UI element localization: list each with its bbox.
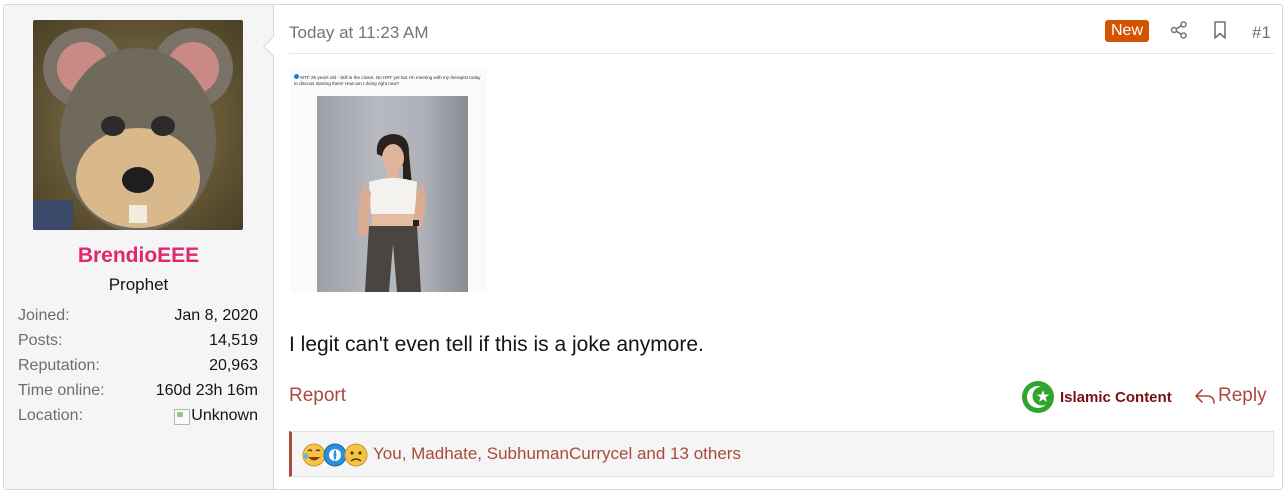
- share-icon[interactable]: [1169, 20, 1189, 40]
- reactions-bar[interactable]: You, Madhate, SubhumanCurrycel and 13 ot…: [289, 431, 1274, 477]
- user-stats: Joined: Jan 8, 2020 Posts: 14,519 Reputa…: [18, 303, 258, 428]
- stat-time-online: Time online: 160d 23h 16m: [18, 378, 258, 403]
- stat-label: Posts:: [18, 332, 63, 349]
- post-header: Today at 11:23 AM New #1: [289, 20, 1274, 54]
- stat-label: Joined:: [18, 307, 70, 324]
- avatar-image: [33, 20, 243, 230]
- stat-value: Unknown: [174, 403, 258, 428]
- post-number[interactable]: #1: [1252, 23, 1271, 43]
- new-badge: New: [1105, 20, 1150, 42]
- avatar[interactable]: [33, 20, 243, 230]
- stat-value: 20,963: [209, 357, 258, 374]
- stat-label: Reputation:: [18, 357, 100, 374]
- islamic-content-badge[interactable]: Islamic Content: [1021, 380, 1172, 414]
- reply-icon: [1195, 389, 1215, 404]
- post-message: I legit can't even tell if this is a jok…: [289, 333, 704, 356]
- reaction-users[interactable]: You, Madhate, SubhumanCurrycel and 13 ot…: [373, 444, 741, 464]
- stat-posts: Posts: 14,519: [18, 328, 258, 353]
- laughing-emoji-icon: [302, 443, 326, 467]
- post-timestamp[interactable]: Today at 11:23 AM: [289, 23, 429, 43]
- bookmark-icon[interactable]: [1210, 20, 1230, 40]
- stat-label: Time online:: [18, 382, 105, 399]
- stat-value: 160d 23h 16m: [155, 382, 258, 399]
- reply-button[interactable]: Reply: [1194, 385, 1267, 407]
- stat-value: 14,519: [209, 332, 258, 349]
- islamic-content-label: Islamic Content: [1060, 388, 1172, 406]
- stat-location: Location: Unknown: [18, 403, 258, 428]
- location-text: Unknown: [191, 407, 258, 424]
- reaction-icons: [302, 442, 370, 468]
- cry-emoji-icon: [323, 443, 347, 467]
- user-title: Prophet: [108, 275, 169, 294]
- sad-emoji-icon: [344, 443, 368, 467]
- attachment-photo: [317, 96, 468, 292]
- reply-label: Reply: [1218, 385, 1267, 406]
- stat-label: Location:: [18, 407, 83, 424]
- attachment-caption: MTF 25 years old - Still in the closet. …: [294, 74, 484, 86]
- user-sidebar: BrendioEEE Prophet Joined: Jan 8, 2020 P…: [4, 5, 274, 489]
- crescent-star-icon: [1022, 381, 1054, 413]
- post-main: Today at 11:23 AM New #1 MTF 25 years ol…: [289, 5, 1274, 489]
- stat-reputation: Reputation: 20,963: [18, 353, 258, 378]
- broken-image-icon: [174, 408, 191, 425]
- attachment-caption-text: MTF 25 years old - Still in the closet. …: [294, 75, 481, 86]
- stat-joined: Joined: Jan 8, 2020: [18, 303, 258, 328]
- username[interactable]: BrendioEEE: [4, 244, 273, 268]
- post-container: BrendioEEE Prophet Joined: Jan 8, 2020 P…: [3, 4, 1283, 490]
- stat-value: Jan 8, 2020: [174, 307, 258, 324]
- report-link[interactable]: Report: [289, 385, 346, 407]
- attachment-image[interactable]: MTF 25 years old - Still in the closet. …: [291, 69, 487, 293]
